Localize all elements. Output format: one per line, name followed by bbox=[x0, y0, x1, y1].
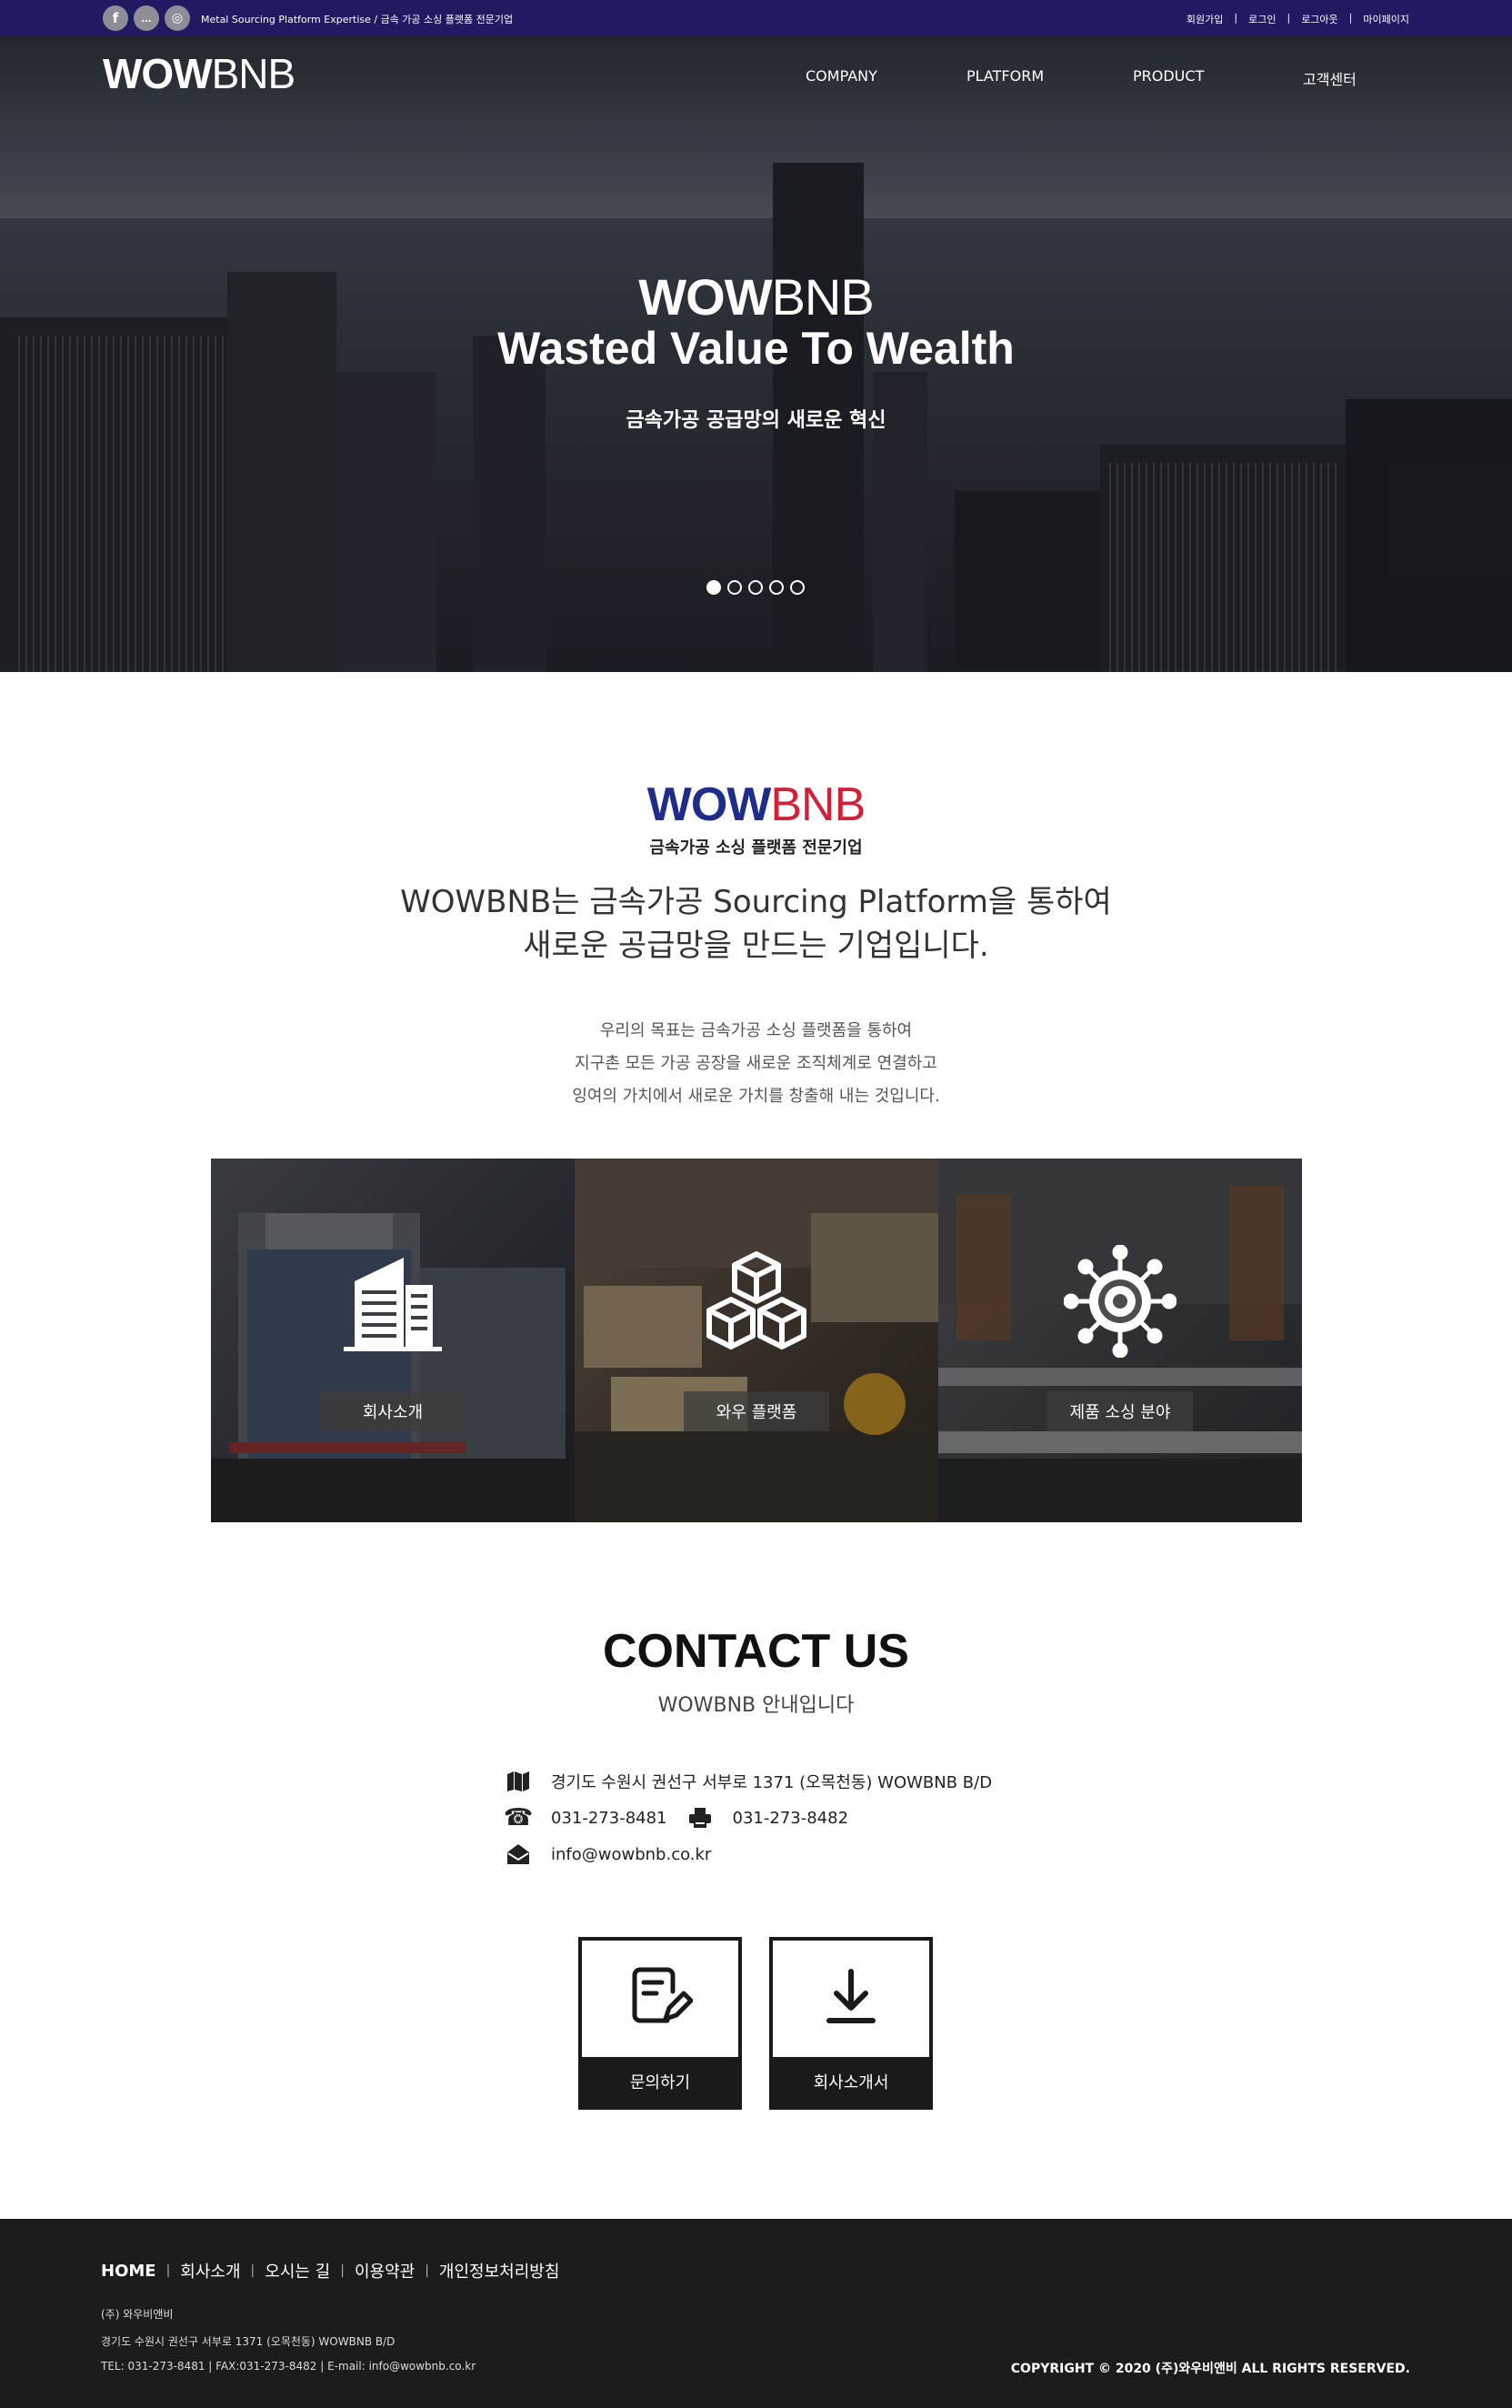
hero-logo: WOWBNB bbox=[638, 268, 874, 326]
button-label: 회사소개서 bbox=[773, 2057, 929, 2106]
hero-title: Wasted Value To Wealth bbox=[497, 323, 1015, 374]
contact-email-row: info@wowbnb.co.kr bbox=[506, 1842, 711, 1866]
social-links: f … ◎ bbox=[103, 5, 190, 31]
intro-body-line: 지구촌 모든 가공 공장을 새로운 조직체계로 연결하고 bbox=[575, 1054, 937, 1073]
footer-privacy-link[interactable]: 개인정보처리방침 bbox=[439, 2259, 559, 2283]
logout-link[interactable]: 로그아웃 bbox=[1301, 12, 1337, 26]
footer-terms-link[interactable]: 이용약관 bbox=[355, 2259, 415, 2283]
mypage-link[interactable]: 마이페이지 bbox=[1363, 12, 1409, 26]
divider: | bbox=[1287, 12, 1291, 24]
gear-network-icon bbox=[1064, 1245, 1177, 1358]
feature-panels: 회사소개 와우 플랫폼 제품 소싱 분야 bbox=[211, 1159, 1302, 1522]
kakaotalk-icon[interactable]: … bbox=[134, 5, 159, 31]
inquiry-button[interactable]: 문의하기 bbox=[578, 1937, 742, 2110]
slider-dot[interactable] bbox=[769, 580, 784, 595]
nav-platform[interactable]: PLATFORM bbox=[966, 67, 1044, 85]
page: { "topbar": { "social": [ {"icon": "face… bbox=[0, 0, 1512, 2408]
intro-body: 우리의 목표는 금속가공 소싱 플랫폼을 통하여 지구촌 모든 가공 공장을 새… bbox=[0, 1015, 1512, 1113]
header-logo[interactable]: WOWBNB bbox=[103, 49, 295, 98]
contact-email[interactable]: info@wowbnb.co.kr bbox=[551, 1845, 711, 1864]
panel-label: 회사소개 bbox=[320, 1391, 466, 1431]
intro-headline: WOWBNB는 금속가공 Sourcing Platform을 통하여 새로운 … bbox=[0, 880, 1512, 968]
slider-dot[interactable] bbox=[706, 580, 721, 595]
footer-company-link[interactable]: 회사소개 bbox=[180, 2259, 240, 2283]
nav-customer-center[interactable]: 고객센터 bbox=[1303, 67, 1357, 89]
footer-contact-line: TEL: 031-273-8481 | FAX:031-273-8482 | E… bbox=[101, 2360, 476, 2373]
slider-dot[interactable] bbox=[748, 580, 763, 595]
inquiry-edit-icon bbox=[632, 1967, 693, 2023]
divider: | bbox=[340, 2263, 345, 2278]
panel-platform[interactable]: 와우 플랫폼 bbox=[575, 1159, 938, 1522]
contact-phone-row: ☎ 031-273-8481 031-273-8482 bbox=[503, 1804, 849, 1831]
building-icon bbox=[344, 1258, 442, 1351]
footer-company-name: (주) 와우비앤비 bbox=[101, 2308, 174, 2321]
hero-subtitle: 금속가공 공급망의 새로운 혁신 bbox=[626, 409, 886, 432]
footer-home-link[interactable]: HOME bbox=[101, 2262, 156, 2281]
fax-icon bbox=[687, 1806, 713, 1830]
intro-body-line: 우리의 목표는 금속가공 소싱 플랫폼을 통하여 bbox=[599, 1021, 913, 1040]
intro-body-line: 잉여의 가치에서 새로운 가치를 창출해 내는 것입니다. bbox=[572, 1087, 940, 1106]
panel-label: 제품 소싱 분야 bbox=[1047, 1391, 1193, 1431]
divider: | bbox=[250, 2263, 255, 2278]
phone-icon: ☎ bbox=[503, 1804, 534, 1831]
tagline: Metal Sourcing Platform Expertise / 금속 가… bbox=[201, 14, 514, 25]
download-icon bbox=[826, 1969, 876, 2023]
footer: HOME | 회사소개 | 오시는 길 | 이용약관 | 개인정보처리방침 bbox=[0, 2219, 1512, 2408]
contact-subtitle: WOWBNB 안내입니다 bbox=[657, 1694, 855, 1717]
footer-copyright: COPYRIGHT © 2020 (주)와우비앤비 ALL RIGHTS RES… bbox=[1010, 2362, 1410, 2376]
contact-tel[interactable]: 031-273-8481 bbox=[551, 1809, 667, 1828]
footer-directions-link[interactable]: 오시는 길 bbox=[265, 2259, 330, 2283]
contact-action-buttons: 문의하기 회사소개서 bbox=[578, 1937, 933, 2110]
signup-link[interactable]: 회원가입 bbox=[1187, 12, 1223, 26]
cubes-icon bbox=[706, 1251, 806, 1349]
slider-dot[interactable] bbox=[727, 580, 742, 595]
brochure-download-button[interactable]: 회사소개서 bbox=[769, 1937, 933, 2110]
intro-headline-line: 새로운 공급망을 만드는 기업입니다. bbox=[523, 928, 989, 964]
panel-product[interactable]: 제품 소싱 분야 bbox=[938, 1159, 1302, 1522]
button-label: 문의하기 bbox=[582, 2057, 738, 2106]
top-utility-bar: f … ◎ Metal Sourcing Platform Expertise … bbox=[0, 0, 1512, 36]
facebook-icon[interactable]: f bbox=[103, 5, 128, 31]
login-link[interactable]: 로그인 bbox=[1248, 12, 1276, 26]
hero-slider: WOWBNB COMPANY PLATFORM PRODUCT 고객센터 WOW… bbox=[0, 36, 1512, 672]
contact-fax: 031-273-8482 bbox=[732, 1808, 849, 1828]
slider-dots bbox=[706, 580, 805, 595]
divider: | bbox=[1348, 12, 1353, 24]
panel-label: 와우 플랫폼 bbox=[684, 1391, 829, 1431]
nav-company[interactable]: COMPANY bbox=[806, 67, 877, 85]
slider-dot[interactable] bbox=[790, 580, 805, 595]
panel-company[interactable]: 회사소개 bbox=[211, 1159, 575, 1522]
divider: | bbox=[1234, 12, 1238, 24]
nav-product[interactable]: PRODUCT bbox=[1133, 67, 1204, 85]
contact-address: 경기도 수원시 권선구 서부로 1371 (오목천동) WOWBNB B/D bbox=[551, 1773, 993, 1792]
contact-title: CONTACT US bbox=[602, 1625, 909, 1678]
intro-brand-logo: WOWBNB bbox=[646, 778, 866, 831]
map-icon bbox=[506, 1770, 531, 1793]
intro-headline-line: WOWBNB는 금속가공 Sourcing Platform을 통하여 bbox=[400, 884, 1112, 920]
footer-nav: HOME | 회사소개 | 오시는 길 | 이용약관 | 개인정보처리방침 bbox=[101, 2259, 559, 2283]
intro-subtitle: 금속가공 소싱 플랫폼 전문기업 bbox=[649, 838, 863, 858]
mail-icon bbox=[506, 1842, 531, 1866]
divider: | bbox=[425, 2263, 429, 2278]
footer-address: 경기도 수원시 권선구 서부로 1371 (오목천동) WOWBNB B/D bbox=[101, 2335, 396, 2348]
contact-address-row: 경기도 수원시 권선구 서부로 1371 (오목천동) WOWBNB B/D bbox=[506, 1770, 992, 1793]
divider: | bbox=[165, 2263, 171, 2278]
instagram-icon[interactable]: ◎ bbox=[165, 5, 190, 31]
utility-links: 회원가입 | 로그인 | 로그아웃 | 마이페이지 bbox=[1187, 12, 1409, 26]
